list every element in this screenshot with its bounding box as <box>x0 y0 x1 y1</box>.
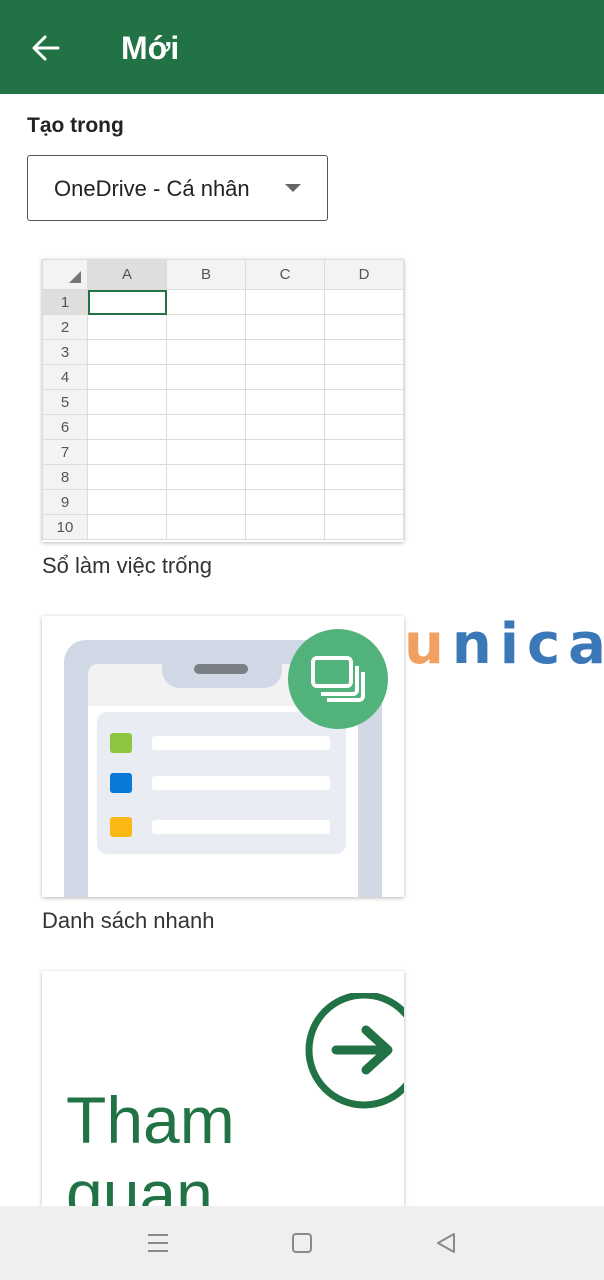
sheet-row: 8 <box>42 464 404 490</box>
sheet-row: 3 <box>42 339 404 365</box>
tour-title-line: quan <box>66 1157 213 1206</box>
row-header: 3 <box>42 339 88 365</box>
sheet-row: 6 <box>42 414 404 440</box>
system-nav-bar <box>0 1206 604 1280</box>
column-header: C <box>245 259 325 290</box>
sheet-row: 4 <box>42 364 404 390</box>
column-header: D <box>324 259 404 290</box>
row-header: 4 <box>42 364 88 390</box>
chevron-down-icon <box>285 184 301 192</box>
stacked-cards-badge <box>288 629 388 729</box>
row-header: 10 <box>42 514 88 540</box>
page-title: Mới <box>121 30 180 66</box>
arrow-left-icon <box>32 35 60 61</box>
stacked-cards-icon <box>311 656 365 702</box>
spreadsheet-preview: A B C D 1 2 3 4 5 6 7 8 9 10 <box>42 259 404 540</box>
template-quick-list[interactable] <box>42 616 404 897</box>
home-square-icon <box>292 1233 312 1253</box>
column-header: B <box>166 259 246 290</box>
create-in-label: Tạo trong <box>27 114 124 137</box>
list-bullet-blue <box>110 773 132 793</box>
list-line <box>152 820 330 834</box>
system-back-button[interactable] <box>429 1226 463 1260</box>
row-header: 9 <box>42 489 88 515</box>
back-triangle-icon <box>437 1233 455 1253</box>
row-header: 1 <box>42 289 88 315</box>
row-header: 8 <box>42 464 88 490</box>
tour-title-line: Tham <box>66 1083 235 1157</box>
sheet-row: 5 <box>42 389 404 415</box>
tour-title: Tham quan <box>66 1083 235 1206</box>
sheet-row: 10 <box>42 514 404 540</box>
sheet-row: 9 <box>42 489 404 515</box>
watermark-first-letter: u <box>404 612 452 677</box>
unica-watermark-logo: unica <box>404 612 604 677</box>
location-dropdown[interactable]: OneDrive - Cá nhân <box>27 155 328 221</box>
sheet-row: 2 <box>42 314 404 340</box>
selected-cell <box>87 289 167 315</box>
template-take-a-tour[interactable]: Tham quan <box>42 971 404 1206</box>
row-header: 2 <box>42 314 88 340</box>
menu-icon <box>148 1234 168 1252</box>
row-header: 6 <box>42 414 88 440</box>
home-button[interactable] <box>285 1226 319 1260</box>
list-line <box>152 736 330 750</box>
row-header: 5 <box>42 389 88 415</box>
row-header: 7 <box>42 439 88 465</box>
select-all-corner <box>42 259 88 290</box>
list-bullet-green <box>110 733 132 753</box>
watermark-rest: nica <box>451 612 604 677</box>
recents-button[interactable] <box>141 1226 175 1260</box>
phone-speaker <box>194 664 248 674</box>
app-bar: Mới <box>0 0 604 94</box>
sheet-row: 7 <box>42 439 404 465</box>
location-value: OneDrive - Cá nhân <box>54 176 250 201</box>
corner-triangle-icon <box>69 271 81 283</box>
column-header: A <box>87 259 167 290</box>
list-line <box>152 776 330 790</box>
arrow-right-circle-icon <box>305 993 404 1109</box>
sheet-row: 1 <box>42 289 404 315</box>
template-label-quick-list[interactable]: Danh sách nhanh <box>42 908 214 934</box>
template-label-blank-workbook[interactable]: Sổ làm việc trống <box>42 553 212 579</box>
back-button[interactable] <box>22 24 70 72</box>
list-bullet-yellow <box>110 817 132 837</box>
template-blank-workbook[interactable]: A B C D 1 2 3 4 5 6 7 8 9 10 <box>42 259 404 542</box>
